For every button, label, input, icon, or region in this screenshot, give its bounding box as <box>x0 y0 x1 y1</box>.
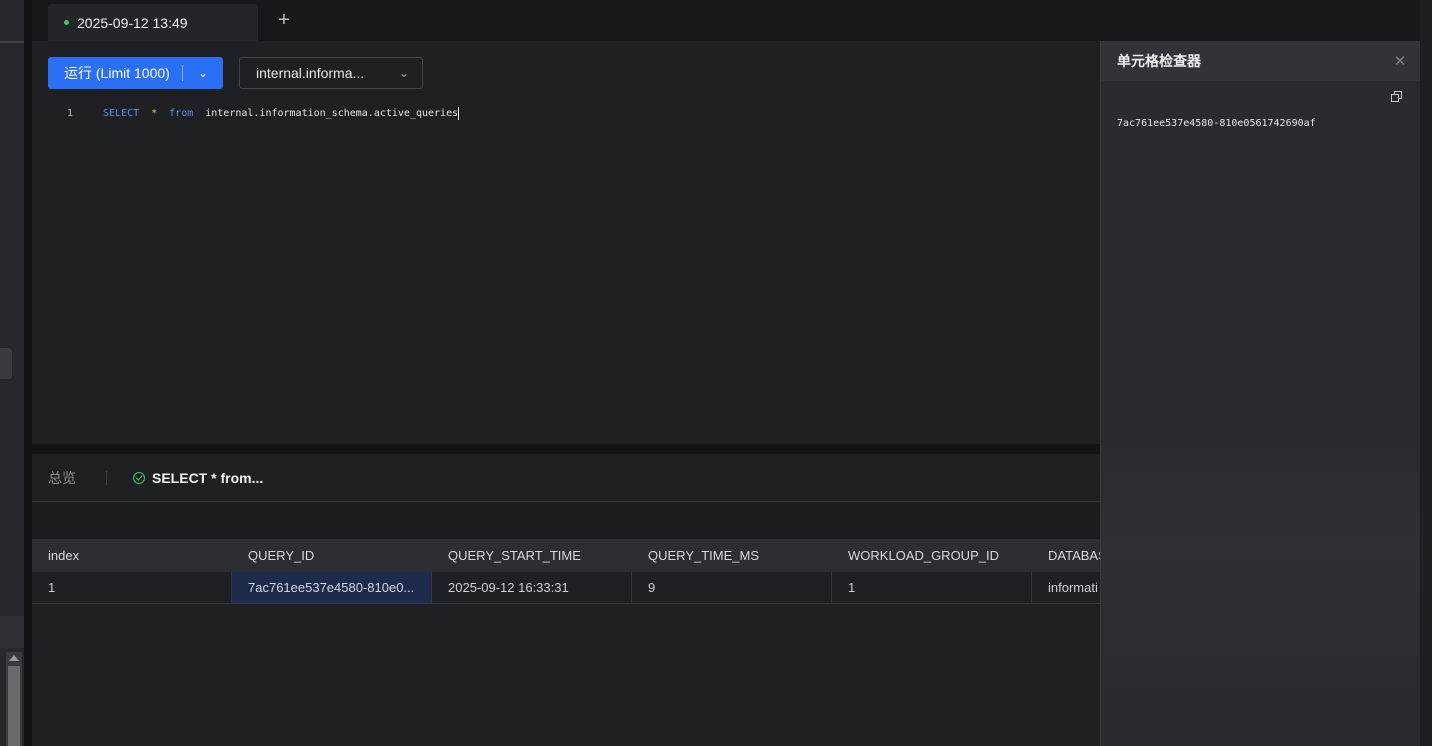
tab-divider <box>106 470 107 485</box>
panel-splitter[interactable] <box>32 444 1100 454</box>
column-header[interactable]: QUERY_ID <box>232 539 432 572</box>
star-operator[interactable]: * <box>151 108 157 119</box>
tab-result[interactable]: SELECT * from... <box>152 470 263 486</box>
status-dot-icon <box>64 20 69 25</box>
tab-overview[interactable]: 总览 <box>48 468 76 488</box>
table-header: index QUERY_ID QUERY_START_TIME QUERY_TI… <box>32 539 1100 572</box>
keyword-select[interactable]: SELECT <box>103 108 139 119</box>
copy-icon-front <box>1391 94 1399 102</box>
results-panel: 总览 SELECT * from... index QUERY_ID QUERY… <box>32 454 1100 746</box>
tab-label: 2025-09-12 13:49 <box>77 14 188 31</box>
scrollbar-thumb[interactable] <box>8 666 20 746</box>
run-button[interactable]: 运行 (Limit 1000) ⌄ <box>48 57 223 89</box>
database-select-value[interactable]: internal.informa... <box>256 65 386 81</box>
database-select[interactable]: internal.informa... ⌄ <box>239 57 423 89</box>
inspector-value[interactable]: 7ac761ee537e4580-810e0561742690af <box>1117 118 1316 129</box>
column-header[interactable]: WORKLOAD_GROUP_ID <box>832 539 1032 572</box>
results-toolbar <box>32 503 1100 539</box>
code-line[interactable]: 1 SELECT * from internal.information_sch… <box>32 104 1100 122</box>
column-header[interactable]: index <box>32 539 232 572</box>
keyword-from[interactable]: from <box>169 108 193 119</box>
table-cell[interactable]: 1 <box>32 572 232 603</box>
close-icon[interactable]: ✕ <box>1380 52 1420 70</box>
column-header[interactable]: QUERY_START_TIME <box>432 539 632 572</box>
blurred-region <box>1101 441 1419 701</box>
scroll-up-icon[interactable] <box>9 655 19 661</box>
table-cell-selected[interactable]: 7ac761ee537e4580-810e0... <box>232 572 432 603</box>
tab-query[interactable]: 2025-09-12 13:49 <box>48 4 258 41</box>
left-rail-item[interactable] <box>0 616 24 648</box>
chevron-down-icon[interactable]: ⌄ <box>386 66 422 80</box>
table-cell[interactable]: 9 <box>632 572 832 603</box>
run-button-label[interactable]: 运行 (Limit 1000) <box>48 63 182 83</box>
copy-icon[interactable] <box>1391 91 1402 102</box>
chevron-down-icon[interactable]: ⌄ <box>183 66 223 80</box>
results-tabs: 总览 SELECT * from... <box>32 454 1100 502</box>
inspector-title: 单元格检查器 <box>1117 53 1201 69</box>
table-row: 1 7ac761ee537e4580-810e0... 2025-09-12 1… <box>32 572 1100 604</box>
line-number: 1 <box>67 107 74 119</box>
table-cell[interactable]: 1 <box>832 572 1032 603</box>
check-circle-icon <box>133 471 145 484</box>
table-cell[interactable]: informati <box>1032 572 1100 603</box>
left-rail <box>0 0 24 746</box>
panel-gap <box>24 0 32 746</box>
table-cell[interactable]: 2025-09-12 16:33:31 <box>432 572 632 603</box>
cell-inspector-panel: 单元格检查器 ✕ 7ac761ee537e4580-810e0561742690… <box>1100 41 1420 746</box>
app-window: 2025-09-12 13:49 + 运行 (Limit 1000) ⌄ int… <box>0 0 1432 746</box>
left-rail-divider <box>0 41 24 43</box>
results-table: index QUERY_ID QUERY_START_TIME QUERY_TI… <box>32 539 1100 604</box>
sql-editor-panel: 运行 (Limit 1000) ⌄ internal.informa... ⌄ … <box>32 41 1100 444</box>
table-identifier[interactable]: internal.information_schema.active_queri… <box>205 108 458 119</box>
add-tab-button[interactable]: + <box>274 8 294 32</box>
text-caret <box>458 106 460 120</box>
column-header[interactable]: DATABAS <box>1032 539 1100 572</box>
inspector-header: 单元格检查器 ✕ <box>1101 41 1420 81</box>
left-rail-handle[interactable] <box>0 348 12 379</box>
column-header[interactable]: QUERY_TIME_MS <box>632 539 832 572</box>
right-edge <box>1420 0 1432 746</box>
tab-bar: 2025-09-12 13:49 + <box>32 0 1420 41</box>
